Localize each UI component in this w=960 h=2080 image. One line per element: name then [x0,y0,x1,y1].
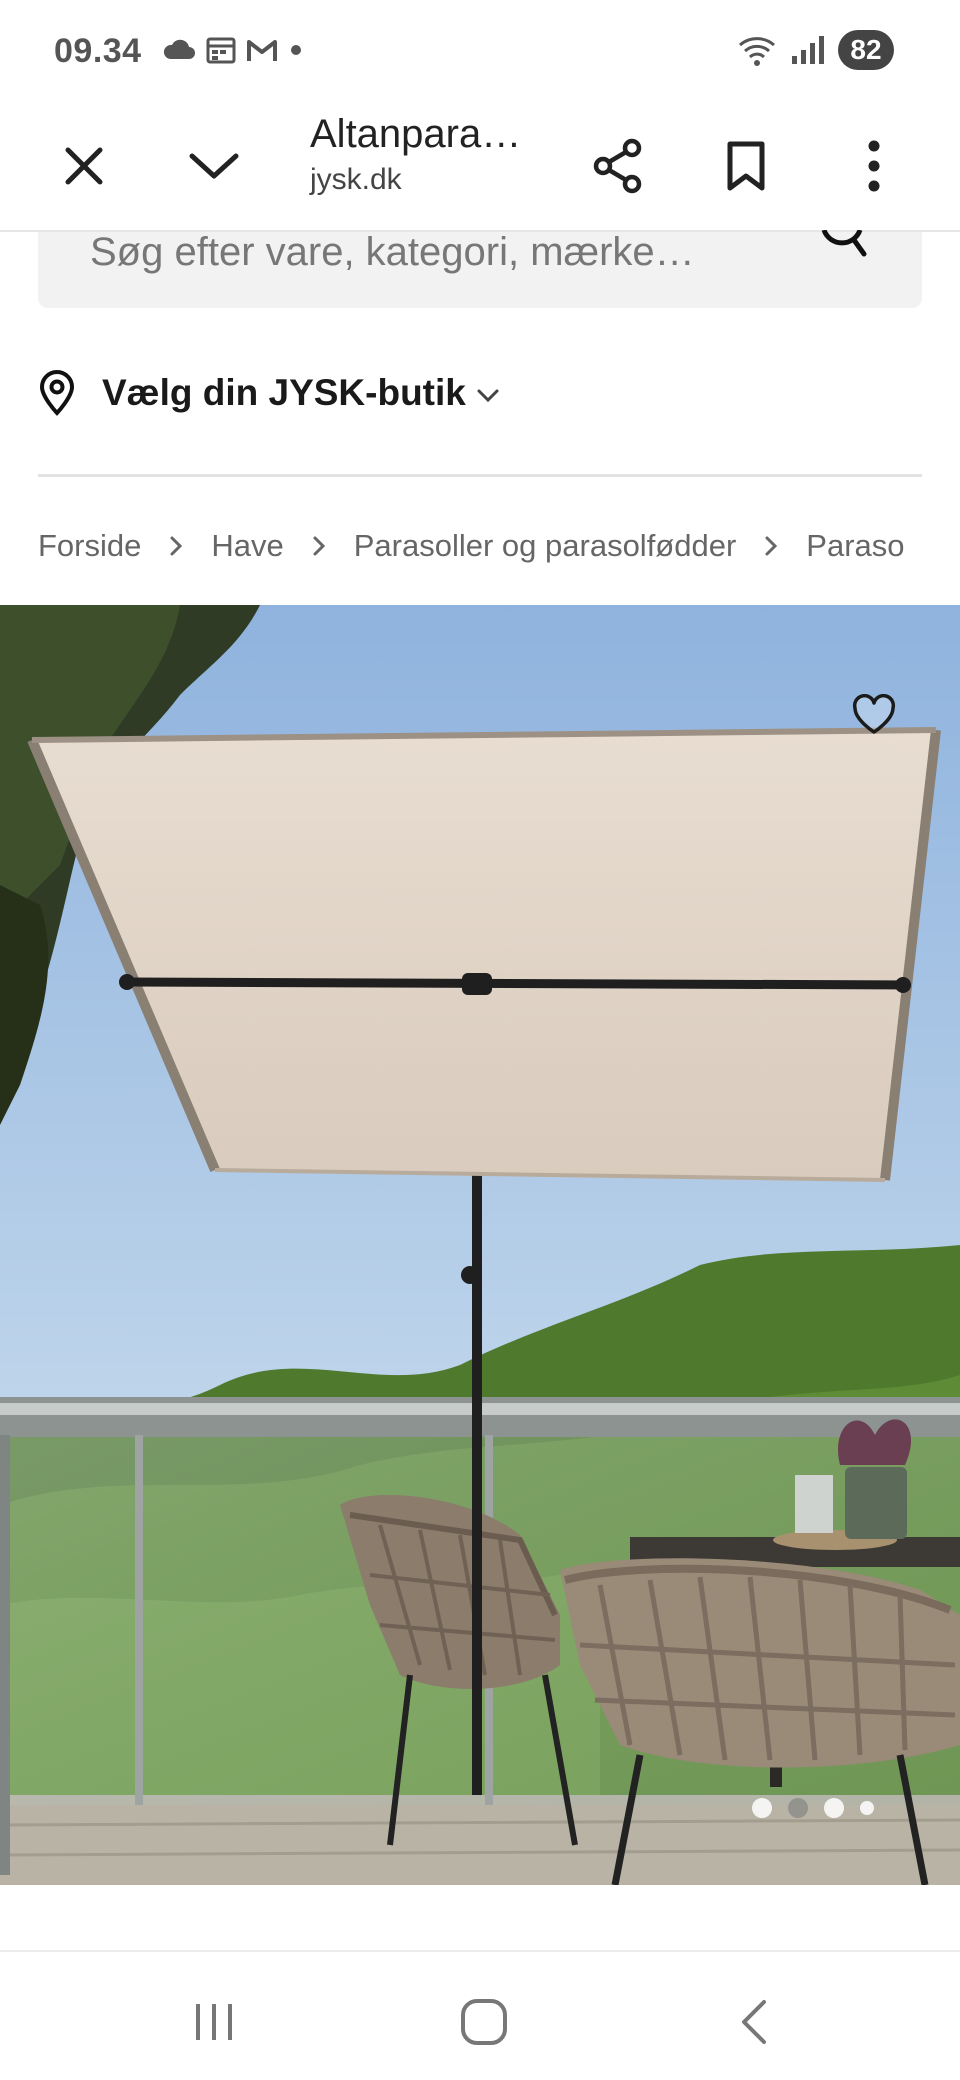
tab-title: Altanpara… [310,112,522,156]
divider [38,474,922,477]
store-selector[interactable]: Vælg din JYSK-butik [38,358,500,428]
chevron-right-icon [764,535,778,557]
home-icon [461,1999,507,2045]
status-time: 09.34 [54,32,142,70]
wifi-icon [739,37,775,66]
chevron-right-icon [169,535,183,557]
search-icon [821,229,867,257]
tab-url: jysk.dk [310,163,402,196]
home-button[interactable] [444,1982,524,2062]
tab-title-block[interactable]: Altanpara… jysk.dk [310,112,550,197]
search-input[interactable]: Søg efter vare, kategori, mærke… [38,229,922,308]
favorite-button[interactable] [844,685,904,745]
share-button[interactable] [580,128,656,204]
gmail-icon [247,40,277,61]
product-photo [0,605,960,1885]
search-placeholder: Søg efter vare, kategori, mærke… [90,230,695,274]
minimize-tab-button[interactable] [176,128,252,204]
search-button[interactable] [816,229,870,275]
heart-icon [852,694,896,734]
more-options-button[interactable] [836,128,912,204]
breadcrumb-item-parasoller[interactable]: Parasoller og parasolfødder [354,528,737,564]
breadcrumb-item-have[interactable]: Have [211,528,283,564]
close-tab-button[interactable] [46,128,122,204]
carousel-dot-active[interactable] [788,1798,808,1818]
chevron-right-icon [312,535,326,557]
dot-icon [291,45,301,55]
location-pin-icon [39,370,75,416]
breadcrumb-item-current[interactable]: Paraso [806,528,904,564]
product-image-carousel[interactable] [0,605,960,1885]
calendar-icon [206,37,236,64]
carousel-indicators [752,1798,874,1818]
recents-icon [196,2004,232,2040]
browser-toolbar: Altanpara… jysk.dk [0,100,960,232]
chevron-down-icon [189,153,239,179]
breadcrumb: Forside Have Parasoller og parasolfødder… [38,520,922,572]
signal-icon [792,36,824,64]
close-icon [65,147,103,185]
more-vert-icon [868,140,880,192]
breadcrumb-item-forside[interactable]: Forside [38,528,141,564]
carousel-dot[interactable] [824,1798,844,1818]
status-bar: 09.34 82 [0,0,960,100]
chevron-down-icon [477,389,499,403]
battery-indicator: 82 [838,30,894,70]
store-selector-label: Vælg din JYSK-butik [102,372,466,413]
share-icon [593,138,642,194]
carousel-dot[interactable] [860,1801,874,1815]
carousel-dot[interactable] [752,1798,772,1818]
bookmark-button[interactable] [708,128,784,204]
status-system-icons: 82 [736,30,894,70]
bookmark-icon [727,141,765,191]
system-navigation-bar [0,1952,960,2080]
cloud-icon [163,39,195,59]
status-notification-icons [162,36,304,64]
recents-button[interactable] [174,1982,254,2062]
back-icon [742,2000,766,2044]
back-button[interactable] [714,1982,794,2062]
